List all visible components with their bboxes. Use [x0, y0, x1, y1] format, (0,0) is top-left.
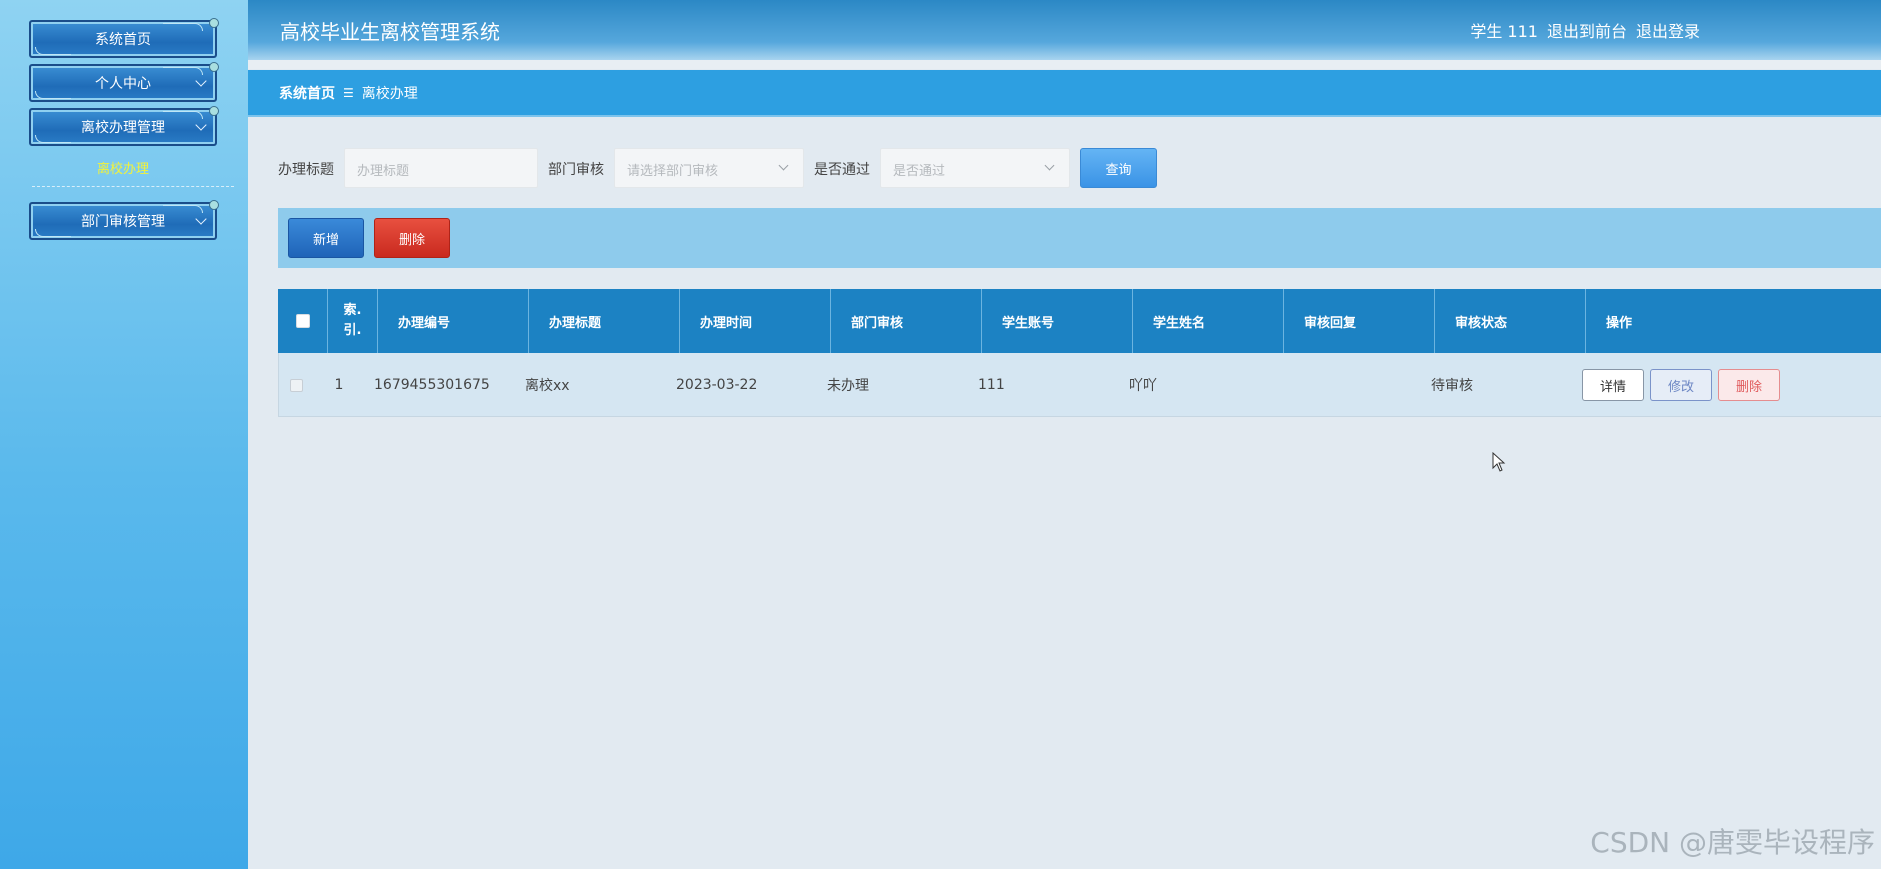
- column-header-time[interactable]: 办理时间: [680, 289, 831, 353]
- column-header-student-account[interactable]: 学生账号: [982, 289, 1133, 353]
- column-header-student-name[interactable]: 学生姓名: [1133, 289, 1284, 353]
- chevron-down-icon: [195, 119, 207, 131]
- header-user-area: 学生 111 退出到前台 退出登录: [1470, 18, 1700, 42]
- table-header: 索. 引. 办理编号 办理标题 办理时间 部门审核 学生账号 学生姓名 审核回复…: [278, 289, 1881, 353]
- cell-time: 2023-03-22: [676, 377, 758, 393]
- column-header-dept-review[interactable]: 部门审核: [831, 289, 982, 353]
- column-header-index: 索. 引.: [328, 289, 378, 353]
- pass-filter-placeholder: 是否通过: [893, 164, 946, 179]
- cell-operations: 详情 修改 删除: [1572, 353, 1867, 417]
- dept-filter-select[interactable]: 请选择部门审核: [614, 148, 804, 188]
- row-select-cell: [279, 353, 314, 417]
- column-header-review-reply[interactable]: 审核回复: [1284, 289, 1435, 353]
- breadcrumb-current: 离校办理: [361, 85, 418, 102]
- column-header-number[interactable]: 办理编号: [378, 289, 529, 353]
- dept-filter-label: 部门审核: [548, 162, 604, 178]
- column-header-operations: 操作: [1606, 315, 1633, 331]
- cell-number: 1679455301675: [374, 377, 490, 393]
- cell-student-name: 吖吖: [1129, 378, 1157, 394]
- ornament-dot-icon: [209, 200, 219, 210]
- menu-dept-review-button[interactable]: 部门审核管理: [29, 200, 219, 240]
- action-bar: 新增 删除: [278, 208, 1881, 268]
- menu-dept-review-label: 部门审核管理: [81, 214, 165, 230]
- menu-leave-management-label: 离校办理管理: [81, 120, 165, 136]
- ornament-decoration: [163, 67, 203, 75]
- ornament-decoration: [163, 205, 203, 213]
- row-checkbox[interactable]: [290, 378, 303, 392]
- pass-filter-select[interactable]: 是否通过: [880, 148, 1070, 188]
- submenu-leave-processing[interactable]: 离校办理: [29, 158, 217, 177]
- ornament-decoration: [35, 135, 71, 143]
- batch-delete-button[interactable]: 删除: [374, 218, 450, 258]
- cell-review-status: 待审核: [1431, 378, 1473, 394]
- front-link[interactable]: 退出到前台: [1547, 18, 1627, 42]
- mouse-cursor-icon: [1492, 452, 1506, 472]
- dept-filter-placeholder: 请选择部门审核: [627, 164, 719, 179]
- cell-index: 1: [334, 377, 344, 393]
- chevron-down-icon: [778, 160, 789, 171]
- detail-button[interactable]: 详情: [1582, 369, 1644, 401]
- header-divider: [248, 60, 1881, 69]
- select-all-checkbox[interactable]: [295, 314, 310, 328]
- cell-title: 离校xx: [525, 378, 570, 394]
- menu-personal-center-label: 个人中心: [95, 76, 151, 92]
- title-filter-placeholder: 办理标题: [357, 164, 410, 179]
- title-filter-label: 办理标题: [278, 162, 334, 178]
- chevron-down-icon: [195, 213, 207, 225]
- cell-student-account: 111: [978, 377, 1005, 393]
- table-row: 1 1679455301675 离校xx 2023-03-22 未办理 111 …: [278, 353, 1881, 417]
- column-header-review-status[interactable]: 审核状态: [1435, 289, 1586, 353]
- ornament-decoration: [35, 47, 71, 55]
- menu-leave-management-button[interactable]: 离校办理管理: [29, 106, 219, 146]
- sidebar: 系统首页 个人中心 离校办理管理 离校办理 部门审核管理: [0, 0, 248, 869]
- app-title: 高校毕业生离校管理系统: [280, 20, 500, 44]
- query-button[interactable]: 查询: [1080, 148, 1157, 188]
- ornament-decoration: [163, 111, 203, 119]
- chevron-down-icon: [1044, 160, 1055, 171]
- menu-home-button[interactable]: 系统首页: [29, 18, 219, 58]
- chevron-down-icon: [195, 75, 207, 87]
- cell-dept-review: 未办理: [827, 378, 869, 394]
- ornament-dot-icon: [209, 18, 219, 28]
- top-header: 高校毕业生离校管理系统 学生 111 退出到前台 退出登录: [248, 0, 1881, 60]
- index-header-line1: 索.: [343, 303, 362, 318]
- ornament-decoration: [163, 23, 203, 31]
- row-delete-button[interactable]: 删除: [1718, 369, 1780, 401]
- menu-personal-center-button[interactable]: 个人中心: [29, 62, 219, 102]
- column-header-title[interactable]: 办理标题: [529, 289, 680, 353]
- index-header-line2: 引.: [343, 323, 362, 338]
- data-table: 索. 引. 办理编号 办理标题 办理时间 部门审核 学生账号 学生姓名 审核回复…: [278, 289, 1881, 417]
- pass-filter-label: 是否通过: [814, 162, 870, 178]
- watermark: CSDN @唐雯毕设程序: [1590, 826, 1875, 859]
- logout-link[interactable]: 退出登录: [1636, 18, 1700, 42]
- breadcrumb-separator-icon: ☰: [343, 85, 354, 100]
- ornament-decoration: [35, 91, 71, 99]
- cell-review-reply: [1270, 353, 1421, 417]
- title-filter-input[interactable]: 办理标题: [344, 148, 538, 188]
- user-label: 学生 111: [1470, 22, 1538, 41]
- select-all-cell: [278, 289, 328, 353]
- menu-home-label: 系统首页: [95, 32, 151, 48]
- ornament-dot-icon: [209, 62, 219, 72]
- add-button[interactable]: 新增: [288, 218, 364, 258]
- ornament-dot-icon: [209, 106, 219, 116]
- edit-button[interactable]: 修改: [1650, 369, 1712, 401]
- breadcrumb: 系统首页 ☰ 离校办理: [248, 70, 1881, 117]
- ornament-decoration: [35, 229, 71, 237]
- divider: [32, 186, 234, 187]
- breadcrumb-home-link[interactable]: 系统首页: [279, 83, 335, 103]
